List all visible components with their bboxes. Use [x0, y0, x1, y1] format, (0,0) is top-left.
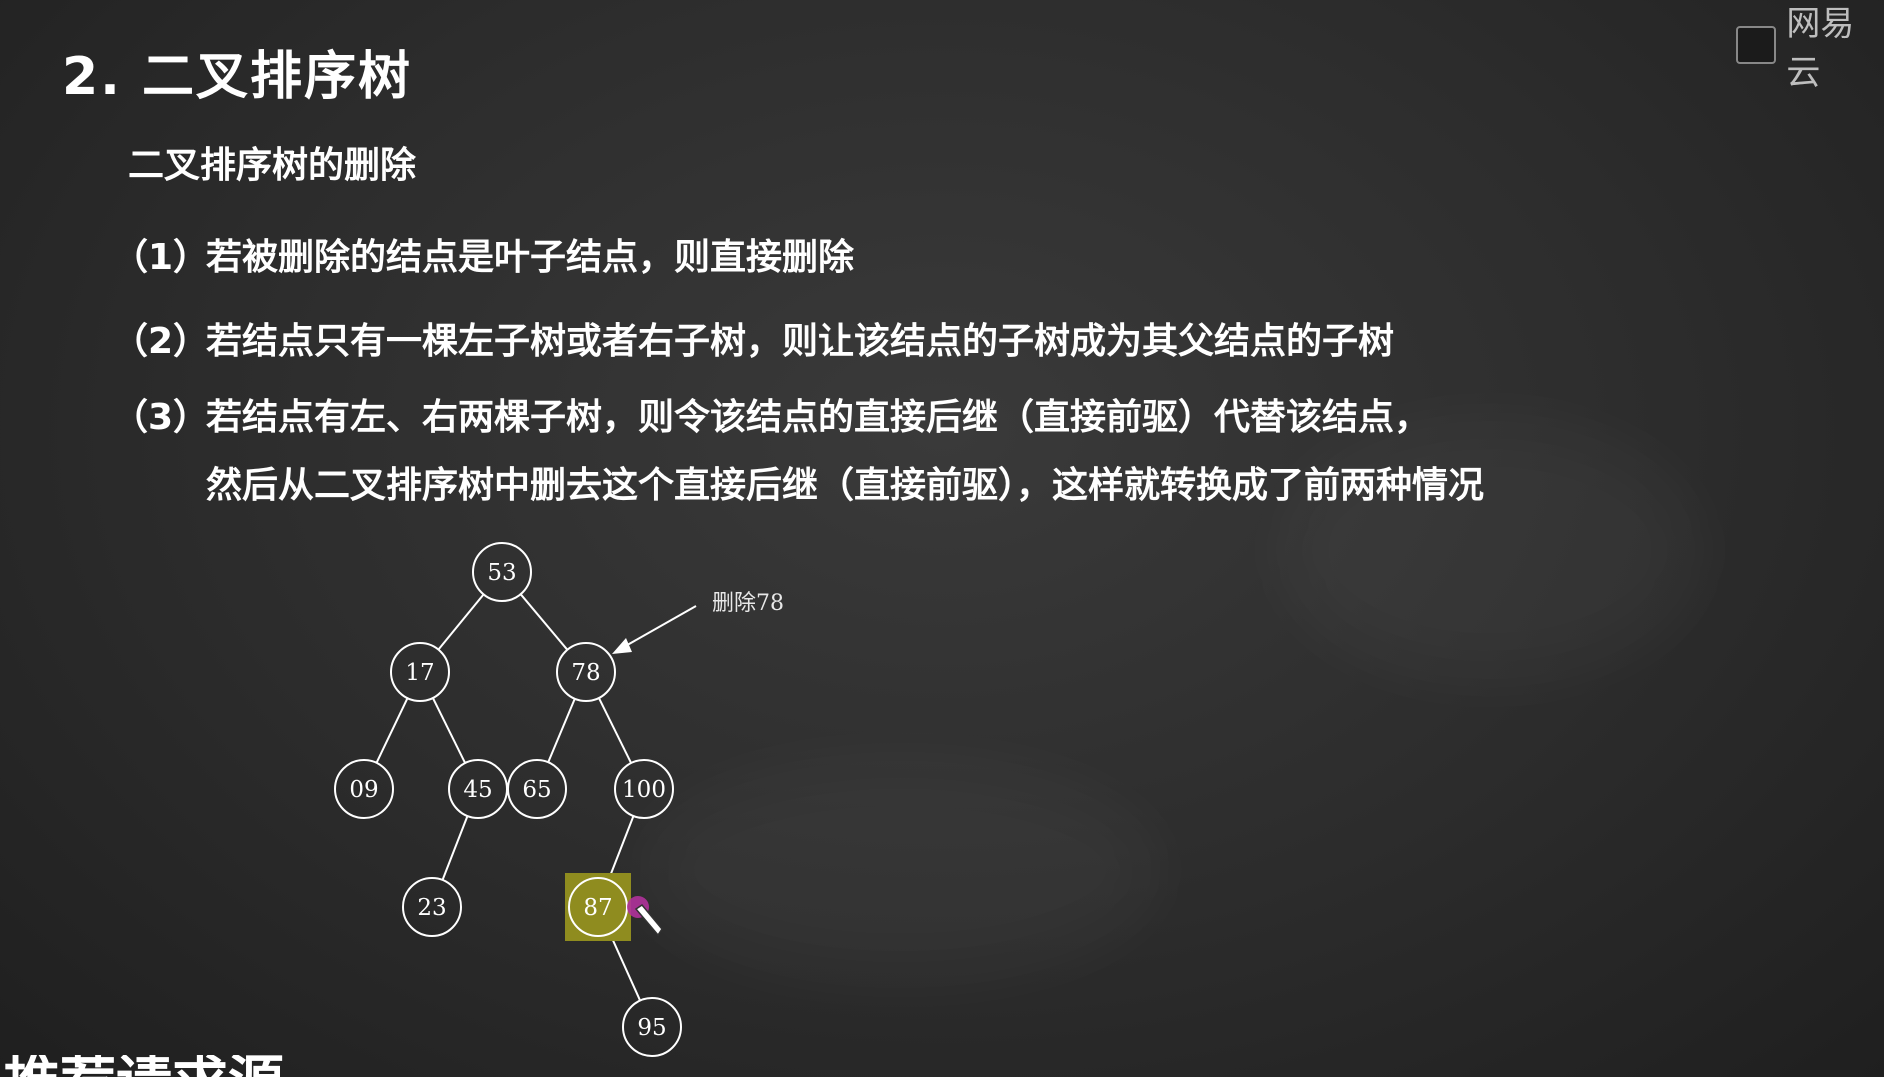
tree-edge [597, 697, 633, 764]
binary-search-tree-diagram: 53 17 78 09 45 65 100 23 87 95 删除78 [334, 542, 784, 1057]
tree-node-45: 45 [448, 759, 508, 819]
annotation-arrowhead [612, 638, 632, 654]
tree-node-label: 95 [637, 1015, 666, 1041]
tree-edge [607, 815, 635, 881]
annotation-arrow [621, 605, 697, 649]
tree-edge [431, 697, 467, 764]
cropped-overlay-text: 推荐请求源 [0, 1055, 360, 1077]
tree-node-label: 53 [487, 560, 516, 586]
tree-edge [608, 933, 642, 1001]
tree-edge [519, 593, 569, 651]
tree-node-17: 17 [390, 642, 450, 702]
tree-edge [375, 697, 409, 764]
tree-node-78: 78 [556, 642, 616, 702]
tree-node-label: 78 [571, 660, 600, 686]
tree-node-09: 09 [334, 759, 394, 819]
tree-node-label: 17 [405, 660, 434, 686]
tree-node-label: 09 [349, 777, 378, 803]
tree-node-100: 100 [614, 759, 674, 819]
tree-node-65: 65 [507, 759, 567, 819]
tree-edge [441, 815, 469, 881]
tree-node-95: 95 [622, 997, 682, 1057]
delete-annotation: 删除78 [712, 591, 784, 616]
tree-edge [547, 698, 576, 763]
tree-node-label: 23 [417, 895, 446, 921]
tree-edge [437, 593, 485, 651]
tree-node-label: 65 [522, 777, 551, 803]
tree-node-label: 45 [463, 777, 492, 803]
tree-node-label: 100 [622, 777, 666, 803]
tree-node-label: 87 [583, 895, 612, 921]
pen-cursor-icon [627, 896, 663, 937]
tree-node-53: 53 [472, 542, 532, 602]
tree-node-23: 23 [402, 877, 462, 937]
